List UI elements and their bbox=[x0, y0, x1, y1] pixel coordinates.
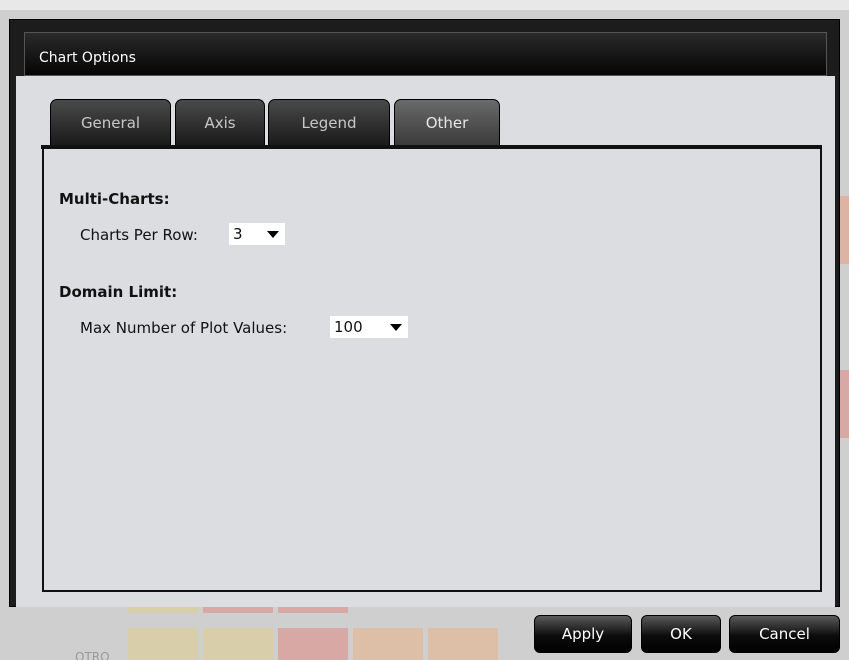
charts-per-row-select[interactable]: 3 bbox=[229, 223, 285, 245]
multi-charts-heading: Multi-Charts: bbox=[59, 190, 170, 208]
tab-other[interactable]: Other bbox=[394, 99, 500, 145]
background-cell bbox=[278, 628, 348, 660]
background-cell bbox=[128, 628, 198, 660]
tab-legend[interactable]: Legend bbox=[268, 99, 390, 145]
background-cell bbox=[128, 607, 198, 613]
background-cell bbox=[203, 628, 273, 660]
max-plot-values-select[interactable]: 100 bbox=[330, 316, 408, 338]
dialog-titlebar[interactable]: Chart Options bbox=[24, 32, 827, 76]
background-cell bbox=[353, 628, 423, 660]
dialog-body: General Axis Legend Other Multi-Charts: … bbox=[16, 76, 835, 607]
background-cell bbox=[278, 607, 348, 613]
chevron-down-icon bbox=[267, 231, 279, 238]
tab-axis[interactable]: Axis bbox=[175, 99, 265, 145]
other-tab-panel: Multi-Charts: Charts Per Row: 3 Domain L… bbox=[42, 149, 822, 592]
background-topbar bbox=[0, 0, 849, 10]
chart-options-dialog: Chart Options General Axis Legend Other … bbox=[9, 19, 840, 607]
cancel-button[interactable]: Cancel bbox=[729, 615, 840, 653]
background-strip bbox=[840, 370, 849, 438]
domain-limit-heading: Domain Limit: bbox=[59, 283, 178, 301]
chevron-down-icon bbox=[390, 324, 402, 331]
charts-per-row-label: Charts Per Row: bbox=[80, 226, 198, 244]
background-cell bbox=[203, 607, 273, 613]
apply-button[interactable]: Apply bbox=[534, 615, 632, 653]
dialog-title: Chart Options bbox=[39, 50, 136, 66]
max-plot-values-value: 100 bbox=[334, 318, 363, 336]
background-cell bbox=[428, 628, 498, 660]
background-partial-label: OTRO bbox=[75, 650, 110, 660]
background-strip bbox=[840, 196, 849, 264]
max-plot-values-label: Max Number of Plot Values: bbox=[80, 319, 288, 337]
charts-per-row-value: 3 bbox=[233, 225, 243, 243]
tab-general[interactable]: General bbox=[50, 99, 171, 145]
ok-button[interactable]: OK bbox=[641, 615, 721, 653]
